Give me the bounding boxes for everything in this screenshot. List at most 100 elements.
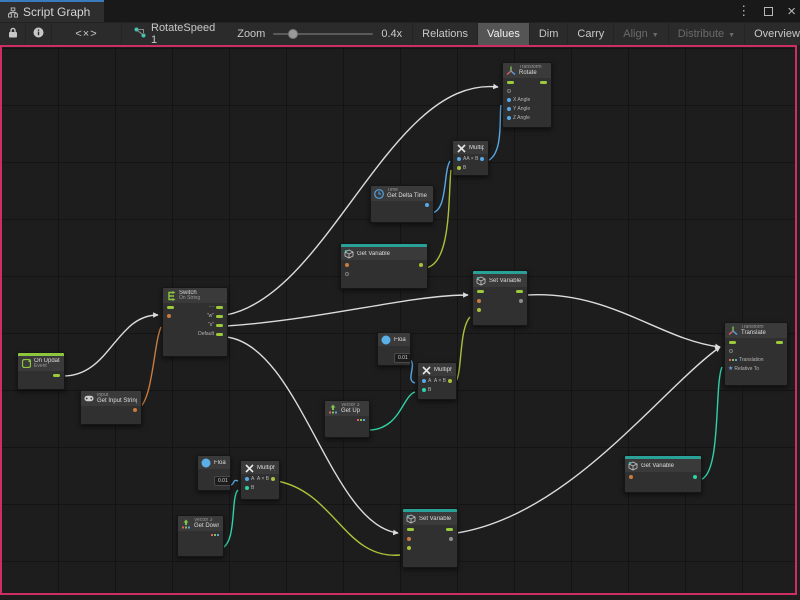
port[interactable] — [629, 475, 633, 479]
port[interactable] — [425, 203, 429, 207]
port[interactable] — [457, 166, 461, 170]
port[interactable] — [345, 263, 349, 267]
port[interactable] — [245, 486, 249, 490]
node-set-variable-bot[interactable]: Set Variable — [402, 508, 458, 568]
value-input[interactable]: 0.01 — [394, 353, 411, 363]
node-titles: TransformTranslate — [741, 325, 766, 337]
port[interactable] — [507, 98, 511, 102]
node-header: Get Variable — [625, 459, 701, 472]
node-get-variable-br[interactable]: Get Variable — [624, 455, 702, 493]
node-on-update[interactable]: On UpdateEvent — [17, 352, 65, 390]
menu-icon[interactable]: ⋮ — [737, 3, 750, 19]
node-get-variable-top[interactable]: Get Variable — [340, 243, 428, 289]
port-label: "w" — [207, 313, 214, 319]
port[interactable] — [480, 157, 484, 161]
port[interactable] — [477, 290, 484, 293]
port[interactable] — [216, 333, 223, 336]
graph-canvas[interactable]: On UpdateEvent InputGet Input String Switc… — [0, 45, 797, 595]
code-view-button[interactable]: <×> — [52, 23, 122, 45]
port[interactable]: ★ — [728, 366, 733, 372]
port[interactable] — [449, 537, 453, 541]
port-label: A × B — [466, 156, 478, 162]
node-header: Set Variable — [473, 274, 527, 287]
port[interactable] — [216, 324, 223, 327]
toolbar-button-dim[interactable]: Dim — [530, 23, 569, 45]
node-get-delta-time[interactable]: TimeGet Delta Time — [370, 185, 434, 223]
port[interactable] — [53, 374, 60, 377]
node-get-input-string[interactable]: InputGet Input String — [80, 390, 142, 425]
toolbar-button-values[interactable]: Values — [478, 23, 530, 45]
clock-icon — [374, 189, 384, 199]
toolbar-button-align[interactable]: Align▼ — [614, 23, 668, 45]
port[interactable] — [407, 528, 414, 531]
toolbar-button-overview[interactable]: Overview — [745, 23, 800, 45]
port[interactable] — [419, 263, 423, 267]
node-port-row: AA × B — [453, 154, 488, 163]
node-rotate[interactable]: TransformRotateX AngleY AngleZ Angle — [502, 62, 552, 128]
node-title: Get Down — [194, 523, 219, 529]
info-button[interactable] — [26, 23, 52, 45]
port[interactable] — [167, 306, 174, 309]
node-float-bot[interactable]: Float0.01 — [197, 455, 231, 491]
port[interactable] — [776, 341, 783, 344]
node-switch-on-string[interactable]: SwitchOn String- -"w""s"Default — [162, 287, 228, 357]
port[interactable] — [729, 341, 736, 344]
port[interactable] — [357, 419, 365, 421]
tab-script-graph[interactable]: Script Graph — [0, 0, 104, 22]
port[interactable] — [216, 306, 223, 309]
port[interactable] — [407, 537, 411, 541]
node-vector3-get-down[interactable]: Vector 3Get Down — [177, 515, 224, 557]
port[interactable] — [407, 546, 411, 550]
toolbar-button-relations[interactable]: Relations — [413, 23, 478, 45]
node-float-mid[interactable]: Float 0.01 — [377, 332, 411, 366]
port[interactable] — [211, 534, 219, 536]
zoom-slider[interactable] — [273, 33, 373, 35]
port[interactable] — [729, 349, 733, 353]
node-titles: Float — [394, 337, 406, 343]
lock-icon — [8, 27, 18, 41]
port[interactable] — [507, 116, 511, 120]
port[interactable] — [729, 359, 737, 361]
node-multiply-bot[interactable]: MultiplyAA × BB — [240, 460, 280, 500]
port[interactable] — [516, 290, 523, 293]
node-title: Multiply — [434, 367, 452, 373]
node-title: Translate — [741, 330, 766, 336]
port[interactable] — [422, 388, 426, 392]
node-translate[interactable]: TransformTranslateTranslation★Relative T… — [724, 322, 788, 386]
port[interactable] — [216, 315, 223, 318]
port[interactable] — [507, 89, 511, 93]
lock-button[interactable] — [0, 23, 26, 45]
node-multiply-mid[interactable]: MultiplyAA × BB — [417, 362, 457, 400]
port[interactable] — [540, 81, 547, 84]
port[interactable] — [507, 107, 511, 111]
port[interactable] — [448, 379, 452, 383]
node-multiply-top[interactable]: MultiplyAA × BB — [452, 140, 489, 176]
port[interactable] — [446, 528, 453, 531]
value-input[interactable]: 0.01 — [214, 476, 231, 486]
maximize-icon[interactable] — [764, 4, 773, 19]
node-port-row: ★Relative To — [725, 365, 787, 374]
port[interactable] — [693, 475, 697, 479]
port[interactable] — [133, 408, 137, 412]
zoom-slider-handle[interactable] — [288, 29, 298, 39]
node-port-row — [403, 543, 457, 552]
port[interactable] — [477, 308, 481, 312]
node-vector3-get-up[interactable]: Vector 3Get Up — [324, 400, 370, 438]
port[interactable] — [519, 299, 523, 303]
node-set-variable-mid[interactable]: Set Variable — [472, 270, 528, 326]
port[interactable] — [457, 157, 461, 161]
port[interactable] — [222, 491, 226, 492]
port[interactable] — [477, 299, 481, 303]
node-titles: SwitchOn String — [179, 290, 200, 302]
port[interactable] — [167, 314, 171, 318]
port[interactable] — [507, 81, 514, 84]
port[interactable] — [422, 379, 426, 383]
graph-breadcrumb[interactable]: RotateSpeed 1 — [122, 23, 227, 45]
port[interactable] — [345, 272, 349, 276]
close-icon[interactable]: × — [787, 3, 796, 20]
toolbar-button-carry[interactable]: Carry — [568, 23, 614, 45]
port[interactable] — [245, 477, 249, 481]
toolbar-button-distribute[interactable]: Distribute▼ — [669, 23, 745, 45]
port[interactable] — [271, 477, 275, 481]
node-header: Multiply — [418, 363, 456, 376]
